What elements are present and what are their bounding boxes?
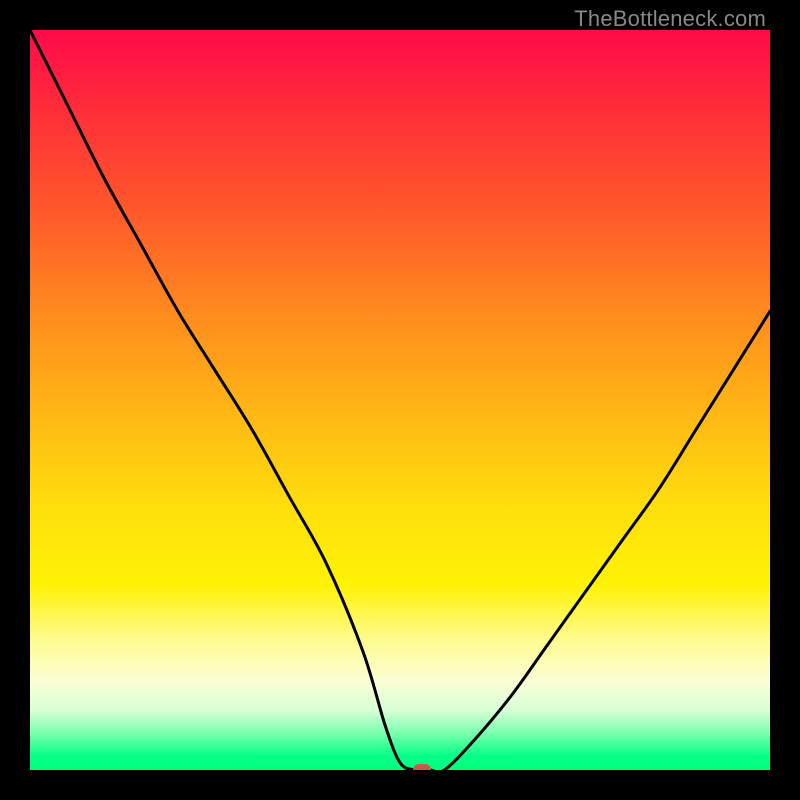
chart-plot-area	[30, 30, 770, 770]
optimal-point-marker	[413, 764, 431, 770]
bottleneck-curve	[30, 30, 770, 770]
watermark-text: TheBottleneck.com	[574, 6, 766, 32]
